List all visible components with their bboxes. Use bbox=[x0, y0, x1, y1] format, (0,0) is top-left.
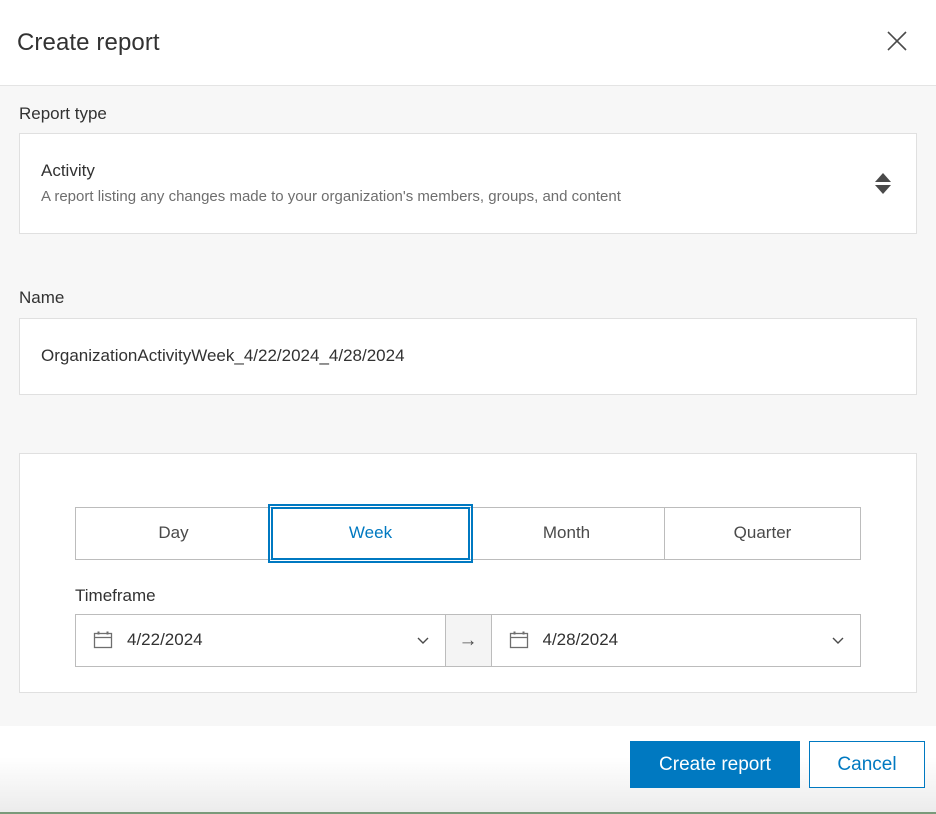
chevron-down-icon bbox=[875, 185, 891, 195]
name-section: Name bbox=[0, 270, 936, 395]
period-tab-day[interactable]: Day bbox=[76, 507, 272, 559]
start-date-value: 4/22/2024 bbox=[127, 630, 203, 650]
report-type-description: A report listing any changes made to you… bbox=[41, 187, 621, 205]
up-down-stepper-icon[interactable] bbox=[872, 173, 894, 195]
chevron-up-icon bbox=[875, 173, 891, 183]
report-type-section: Report type Activity A report listing an… bbox=[0, 86, 936, 235]
period-tab-day-label: Day bbox=[158, 523, 189, 543]
timeframe-range: 4/22/2024 → 4/28/2024 bbox=[75, 613, 861, 667]
create-report-dialog: Create report Report type Activity A rep… bbox=[0, 0, 936, 814]
cancel-button[interactable]: Cancel bbox=[809, 741, 925, 788]
report-type-title: Activity bbox=[41, 161, 95, 181]
end-date-chevron-down-icon bbox=[830, 632, 846, 648]
close-icon bbox=[884, 28, 910, 57]
end-date-value: 4/28/2024 bbox=[542, 630, 619, 650]
dialog-body: Report type Activity A report listing an… bbox=[0, 86, 936, 726]
calendar-icon bbox=[509, 630, 529, 650]
report-type-selected-value: Activity A report listing any changes ma… bbox=[41, 161, 621, 206]
report-type-label: Report type bbox=[19, 104, 107, 123]
create-report-button[interactable]: Create report bbox=[630, 741, 800, 788]
report-type-select[interactable]: Activity A report listing any changes ma… bbox=[19, 133, 917, 235]
dialog-header: Create report bbox=[0, 0, 936, 86]
period-tab-quarter[interactable]: Quarter bbox=[665, 507, 860, 559]
name-label: Name bbox=[19, 288, 65, 308]
range-arrow-glyph: → bbox=[458, 629, 478, 651]
start-date-chevron-down-icon bbox=[415, 632, 431, 648]
period-segmented-control: Day Week Month Quarter bbox=[75, 503, 861, 563]
period-tab-month-label: Month bbox=[542, 523, 591, 543]
period-tab-quarter-label: Quarter bbox=[733, 523, 792, 543]
period-tab-month[interactable]: Month bbox=[469, 507, 665, 559]
calendar-icon bbox=[93, 630, 113, 650]
close-button[interactable] bbox=[876, 22, 918, 64]
period-card: Day Week Month Quarter Timeframe 4/22/20… bbox=[19, 452, 917, 693]
dialog-footer: Create report Cancel bbox=[0, 726, 936, 814]
name-field-wrapper[interactable] bbox=[19, 317, 917, 395]
period-tab-week-label: Week bbox=[348, 523, 393, 543]
timeframe-label: Timeframe bbox=[75, 585, 156, 605]
end-date-picker[interactable]: 4/28/2024 bbox=[491, 614, 860, 666]
name-input[interactable] bbox=[41, 346, 895, 367]
start-date-picker[interactable]: 4/22/2024 bbox=[76, 614, 445, 666]
page-title: Create report bbox=[17, 28, 160, 56]
period-tab-week[interactable]: Week bbox=[268, 503, 473, 563]
range-arrow-icon: → bbox=[444, 614, 492, 666]
